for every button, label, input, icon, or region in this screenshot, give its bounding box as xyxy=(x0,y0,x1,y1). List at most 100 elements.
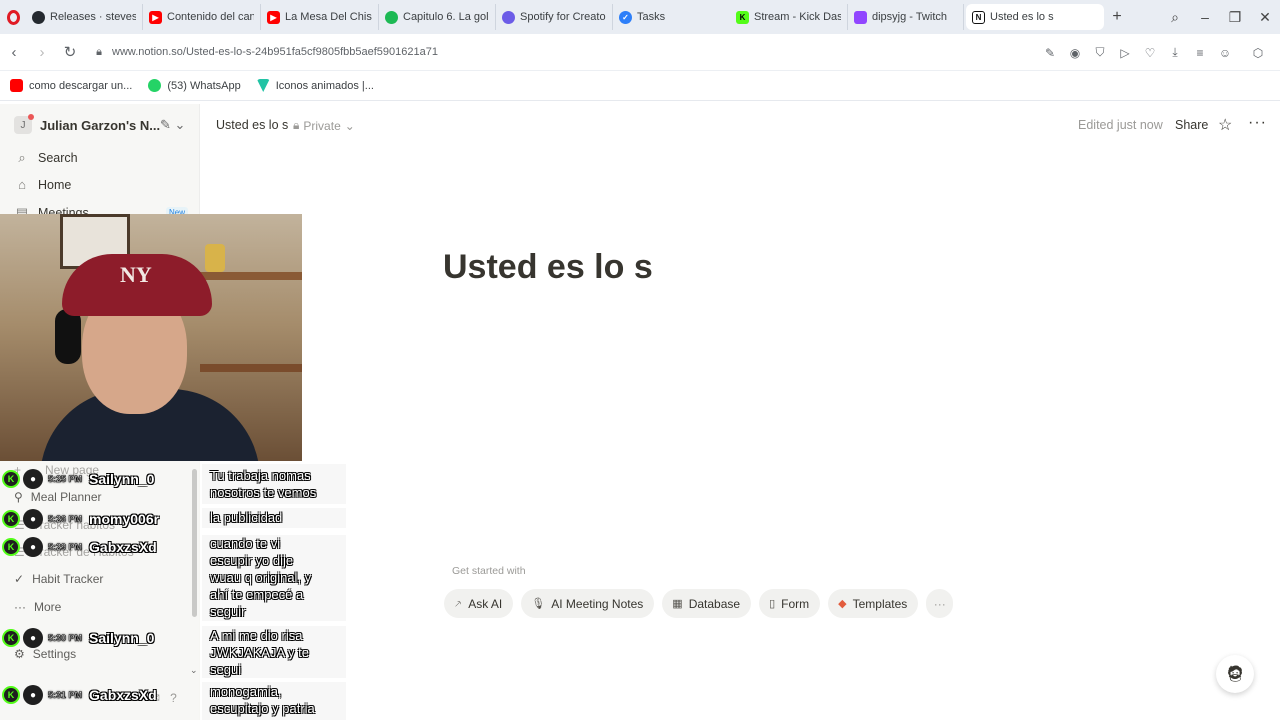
camera-icon[interactable]: ◉ xyxy=(1067,46,1083,60)
help-icon[interactable]: ? xyxy=(170,691,177,705)
notion-ai-help-icon[interactable]: 🧔︎ xyxy=(1216,655,1254,693)
ask-ai-button[interactable]: ⸕ Ask AI xyxy=(444,589,514,618)
form-icon: ▯ xyxy=(769,598,776,610)
chat-message-text: Tu trabaja nomas nosotros te vemos xyxy=(210,468,317,500)
templates-icon: ◆ xyxy=(838,598,847,610)
meal-icon: ⚲ xyxy=(14,490,23,504)
download-icon[interactable]: ⤓ xyxy=(1167,45,1183,60)
user-avatar-icon: ● xyxy=(23,469,43,489)
templates-button[interactable]: ◆ Templates xyxy=(828,589,919,618)
chat-username: Sailynn_0 xyxy=(89,471,155,487)
close-window-icon[interactable]: ✕ xyxy=(1250,9,1280,26)
spotify-icon xyxy=(385,10,398,24)
chat-username: Sailynn_0 xyxy=(89,630,155,646)
bookmark-whatsapp[interactable]: (53) WhatsApp xyxy=(148,79,241,92)
tab-tasks[interactable]: ✓ Tasks xyxy=(613,4,730,30)
form-button[interactable]: ▯ Form xyxy=(759,589,821,618)
tab-mesa-chisme[interactable]: ▶ La Mesa Del Chisme xyxy=(261,4,379,30)
forward-icon[interactable]: › xyxy=(28,44,56,61)
sidebar-item-meal-planner[interactable]: ⚲ Meal Planner xyxy=(14,490,102,504)
more-templates-button[interactable]: ··· xyxy=(926,589,954,618)
edit-icon[interactable]: ✎ xyxy=(1042,46,1058,60)
reload-icon[interactable]: ↻ xyxy=(56,43,84,61)
search-icon: ⌕ xyxy=(18,150,26,165)
favorite-star-icon[interactable]: ☆ xyxy=(1218,115,1232,135)
share-button[interactable]: Share xyxy=(1175,118,1208,132)
database-button[interactable]: ▦ Database xyxy=(662,589,752,618)
tab-search-icon[interactable]: ⌕ xyxy=(1160,9,1190,26)
sidebar-item-search[interactable]: ⌕ Search xyxy=(14,150,77,166)
lordicon-icon xyxy=(256,79,270,92)
meeting-notes-icon: 🎙︎ xyxy=(531,598,546,610)
user-avatar-icon: ● xyxy=(23,537,43,557)
menu-icon[interactable]: ≡ xyxy=(1192,46,1208,60)
minimize-icon[interactable]: – xyxy=(1190,9,1220,25)
profile-icon[interactable]: ☺ xyxy=(1217,46,1233,60)
tab-capitulo[interactable]: Capitulo 6. La golpea xyxy=(379,4,496,30)
sidebar-item-home[interactable]: ⌂ Home xyxy=(14,177,71,192)
page-topbar: Usted es lo s 🔒︎ Private ⌄ Edited just n… xyxy=(201,104,1280,146)
url-field[interactable]: www.notion.so/Usted-es-lo-s-24b951fa5cf9… xyxy=(112,46,438,58)
user-avatar-icon: ● xyxy=(23,628,43,648)
play-icon[interactable]: ▷ xyxy=(1117,46,1133,60)
chat-message-header: K ● 5:26 PM momy006r xyxy=(2,509,159,529)
privacy-selector[interactable]: 🔒︎ Private ⌄ xyxy=(293,118,355,133)
chat-message-text: la publicidad xyxy=(210,510,283,525)
user-avatar-icon: ● xyxy=(23,509,43,529)
gear-icon: ⚙ xyxy=(14,647,25,661)
page-title[interactable]: Usted es lo s xyxy=(443,248,653,287)
ny-logo: NY xyxy=(120,262,152,287)
figurine xyxy=(205,244,225,272)
twitch-icon xyxy=(854,10,867,24)
webcam-feed: NY xyxy=(0,214,302,461)
home-icon: ⌂ xyxy=(18,177,26,192)
chat-username: momy006r xyxy=(89,511,160,527)
back-icon[interactable]: ‹ xyxy=(0,44,28,61)
window-controls: ⌕ – ❐ ✕ xyxy=(1160,0,1280,34)
sidebar-item-settings[interactable]: ⚙ Settings xyxy=(14,647,76,661)
kick-badge-icon: K xyxy=(2,686,20,704)
workspace-switcher[interactable]: J Julian Garzon's N... xyxy=(14,114,160,134)
kick-badge-icon: K xyxy=(2,470,20,488)
chat-message-text: A mi me dio risa JWKJAKAJA y te segui xyxy=(210,628,309,677)
tab-contenido[interactable]: ▶ Contenido del canal xyxy=(143,4,261,30)
workspace-avatar: J xyxy=(14,114,34,134)
spotify-creators-icon xyxy=(502,10,515,24)
opera-logo-icon[interactable] xyxy=(0,0,26,34)
shield-icon[interactable]: ⛉ xyxy=(1092,45,1108,60)
tasks-icon: ✓ xyxy=(619,10,632,24)
breadcrumb[interactable]: Usted es lo s xyxy=(216,118,288,132)
tab-kick-dashboard[interactable]: K Stream - Kick Dashbc xyxy=(730,4,848,30)
kick-badge-icon: K xyxy=(2,510,20,528)
restore-icon[interactable]: ❐ xyxy=(1220,9,1250,26)
shelf xyxy=(200,364,302,372)
sidebar-item-more[interactable]: ··· More xyxy=(14,600,61,614)
edited-status: Edited just now xyxy=(1078,118,1163,132)
bookmark-iconos[interactable]: Iconos animados |... xyxy=(256,79,374,92)
tab-spotify-creators[interactable]: Spotify for Creators xyxy=(496,4,613,30)
bookmark-descargar[interactable]: como descargar un... xyxy=(10,79,132,92)
extensions-icon[interactable]: ⬡ xyxy=(1250,46,1266,60)
ai-meeting-notes-button[interactable]: 🎙︎ AI Meeting Notes xyxy=(521,589,655,618)
notion-icon: N xyxy=(972,10,985,24)
new-tab-plus-icon[interactable]: + xyxy=(1104,4,1130,30)
new-page-edit-icon[interactable]: ✎ ⌄ xyxy=(160,117,185,133)
tab-releases[interactable]: Releases · stevesegui xyxy=(26,4,143,30)
more-options-icon[interactable]: ··· xyxy=(1248,114,1267,132)
heart-icon[interactable]: ♡ xyxy=(1142,46,1158,60)
youtube-icon: ▶ xyxy=(149,10,162,24)
tab-twitch[interactable]: dipsyjg - Twitch xyxy=(848,4,964,30)
youtube-icon: ▶ xyxy=(267,10,280,24)
sidebar-item-habit-tracker[interactable]: ✓ Habit Tracker xyxy=(14,572,103,586)
chat-message-header: K ● 5:30 PM Sailynn_0 xyxy=(2,628,154,648)
scroll-down-chevron-icon[interactable]: ⌄ xyxy=(190,665,198,676)
bookmarks-bar: como descargar un... (53) WhatsApp Icono… xyxy=(0,71,1280,101)
stream-chat-overlay: + New page ⚲ Meal Planner ☰ Tracker habi… xyxy=(0,461,346,720)
sidebar-scrollbar[interactable] xyxy=(192,469,197,617)
address-bar: ‹ › ↻ 🔒︎ www.notion.so/Usted-es-lo-s-24b… xyxy=(0,34,1280,71)
get-started-row: ⸕ Ask AI 🎙︎ AI Meeting Notes ▦ Database … xyxy=(444,589,954,618)
tab-notion-active[interactable]: N Usted es lo s xyxy=(966,4,1104,30)
chevron-down-icon: ⌄ xyxy=(344,118,355,133)
whatsapp-icon xyxy=(148,79,162,92)
lock-icon[interactable]: 🔒︎ xyxy=(90,46,108,59)
